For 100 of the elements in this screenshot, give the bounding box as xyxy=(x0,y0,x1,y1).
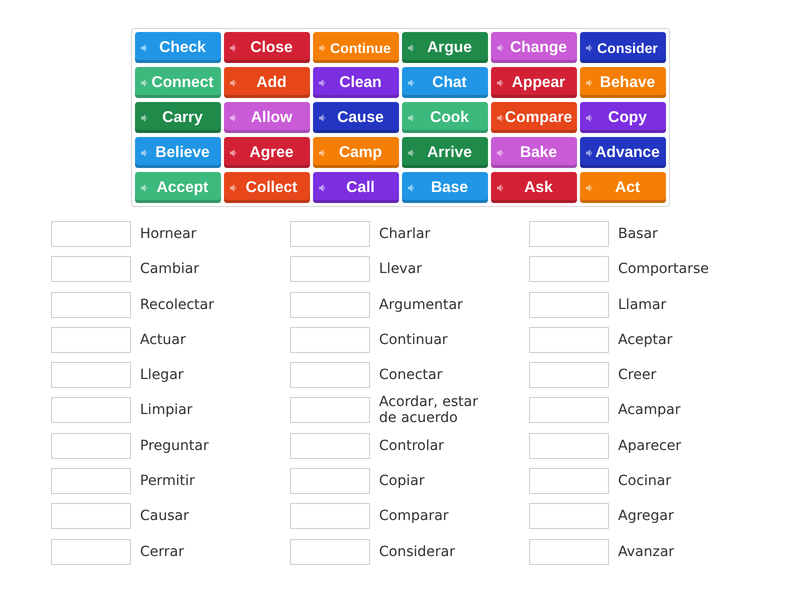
answer-box[interactable] xyxy=(51,397,131,424)
word-tile[interactable]: Change xyxy=(490,32,576,63)
word-tile[interactable]: Allow xyxy=(224,102,310,133)
word-tile[interactable]: Arrive xyxy=(402,137,488,168)
word-tile[interactable]: Connect xyxy=(134,67,220,98)
word-tile[interactable]: Appear xyxy=(490,67,576,98)
word-tile[interactable]: Accept xyxy=(134,172,220,203)
answer-label: Recolectar xyxy=(140,296,214,313)
answer-label: Aceptar xyxy=(618,332,672,348)
answer-label: Charlar xyxy=(379,226,430,242)
word-tile[interactable]: Continue xyxy=(312,32,398,63)
word-tile[interactable]: Check xyxy=(134,32,220,63)
speaker-icon[interactable] xyxy=(140,114,148,122)
answer-box[interactable] xyxy=(51,292,131,318)
answer-label: Acampar xyxy=(618,402,680,419)
speaker-icon[interactable] xyxy=(586,184,592,192)
speaker-icon[interactable] xyxy=(230,44,236,52)
speaker-icon[interactable] xyxy=(496,114,504,122)
speaker-icon[interactable] xyxy=(408,184,414,192)
speaker-icon[interactable] xyxy=(586,114,592,122)
speaker-icon[interactable] xyxy=(496,44,504,52)
answer-box[interactable] xyxy=(529,538,609,565)
word-tile[interactable]: Agree xyxy=(224,137,310,168)
word-tile[interactable]: Call xyxy=(312,172,398,203)
answer-box[interactable] xyxy=(51,256,131,282)
answer-label: Avanzar xyxy=(618,544,674,560)
answer-box[interactable] xyxy=(290,221,370,247)
speaker-icon[interactable] xyxy=(140,78,148,86)
answer-box[interactable] xyxy=(290,503,370,530)
answer-box[interactable] xyxy=(290,292,370,318)
answer-box[interactable] xyxy=(51,503,131,530)
speaker-icon[interactable] xyxy=(586,148,592,156)
word-tile[interactable]: Consider xyxy=(580,32,666,63)
speaker-icon[interactable] xyxy=(318,184,326,192)
speaker-icon[interactable] xyxy=(408,44,414,52)
answer-box[interactable] xyxy=(529,221,609,247)
answer-box[interactable] xyxy=(529,256,609,282)
word-tile[interactable]: Base xyxy=(402,172,488,203)
speaker-icon[interactable] xyxy=(318,148,326,156)
speaker-icon[interactable] xyxy=(496,148,504,156)
speaker-icon[interactable] xyxy=(408,114,414,122)
word-tile[interactable]: Bake xyxy=(490,137,576,168)
speaker-icon[interactable] xyxy=(230,78,236,86)
answer-box[interactable] xyxy=(290,468,370,494)
speaker-icon[interactable] xyxy=(140,148,148,156)
answer-label: Comportarse xyxy=(618,261,709,278)
speaker-icon[interactable] xyxy=(318,44,326,52)
word-tile[interactable]: Act xyxy=(580,172,666,203)
answer-box[interactable] xyxy=(51,468,131,494)
word-tile[interactable]: Chat xyxy=(402,67,488,98)
answer-box[interactable] xyxy=(529,503,609,530)
word-tile[interactable]: Ask xyxy=(490,172,576,203)
answer-box[interactable] xyxy=(290,538,370,565)
word-tile[interactable]: Believe xyxy=(134,137,220,168)
word-tile[interactable]: Collect xyxy=(224,172,310,203)
speaker-icon[interactable] xyxy=(230,184,236,192)
answer-label: Cocinar xyxy=(618,473,672,490)
answer-label: Considerar xyxy=(379,544,455,560)
answer-box[interactable] xyxy=(51,362,131,388)
word-tile[interactable]: Compare xyxy=(490,102,576,133)
speaker-icon[interactable] xyxy=(586,44,592,52)
word-tile[interactable]: Copy xyxy=(580,102,666,133)
word-tile[interactable]: Clean xyxy=(312,67,398,98)
answer-box[interactable] xyxy=(290,362,370,388)
answer-box[interactable] xyxy=(290,397,370,424)
word-tile[interactable]: Argue xyxy=(402,32,488,63)
speaker-icon[interactable] xyxy=(408,78,414,86)
speaker-icon[interactable] xyxy=(408,148,414,156)
word-tile[interactable]: Add xyxy=(224,67,310,98)
speaker-icon[interactable] xyxy=(140,184,148,192)
answer-box[interactable] xyxy=(529,292,609,318)
speaker-icon[interactable] xyxy=(318,78,326,86)
speaker-icon[interactable] xyxy=(230,114,236,122)
answer-box[interactable] xyxy=(529,397,609,424)
answer-box[interactable] xyxy=(529,326,609,353)
word-tile[interactable]: Cook xyxy=(402,102,488,133)
answer-box[interactable] xyxy=(51,326,131,353)
answer-label: Llamar xyxy=(618,296,666,313)
answer-box[interactable] xyxy=(529,362,609,388)
answer-box[interactable] xyxy=(290,256,370,282)
speaker-icon[interactable] xyxy=(318,114,326,122)
word-tile[interactable]: Cause xyxy=(312,102,398,133)
speaker-icon[interactable] xyxy=(230,148,236,156)
answer-box[interactable] xyxy=(529,432,609,459)
answer-label: Permitir xyxy=(140,473,195,490)
speaker-icon[interactable] xyxy=(586,78,592,86)
word-tile[interactable]: Behave xyxy=(580,67,666,98)
speaker-icon[interactable] xyxy=(496,78,504,86)
speaker-icon[interactable] xyxy=(140,44,148,52)
answer-box[interactable] xyxy=(51,432,131,459)
answer-box[interactable] xyxy=(290,326,370,353)
answer-box[interactable] xyxy=(290,432,370,459)
word-tile[interactable]: Carry xyxy=(134,102,220,133)
answer-box[interactable] xyxy=(529,468,609,494)
speaker-icon[interactable] xyxy=(496,184,504,192)
word-tile[interactable]: Advance xyxy=(580,137,666,168)
answer-box[interactable] xyxy=(51,538,131,565)
answer-box[interactable] xyxy=(51,221,131,247)
word-tile[interactable]: Camp xyxy=(312,137,398,168)
word-tile[interactable]: Close xyxy=(224,32,310,63)
